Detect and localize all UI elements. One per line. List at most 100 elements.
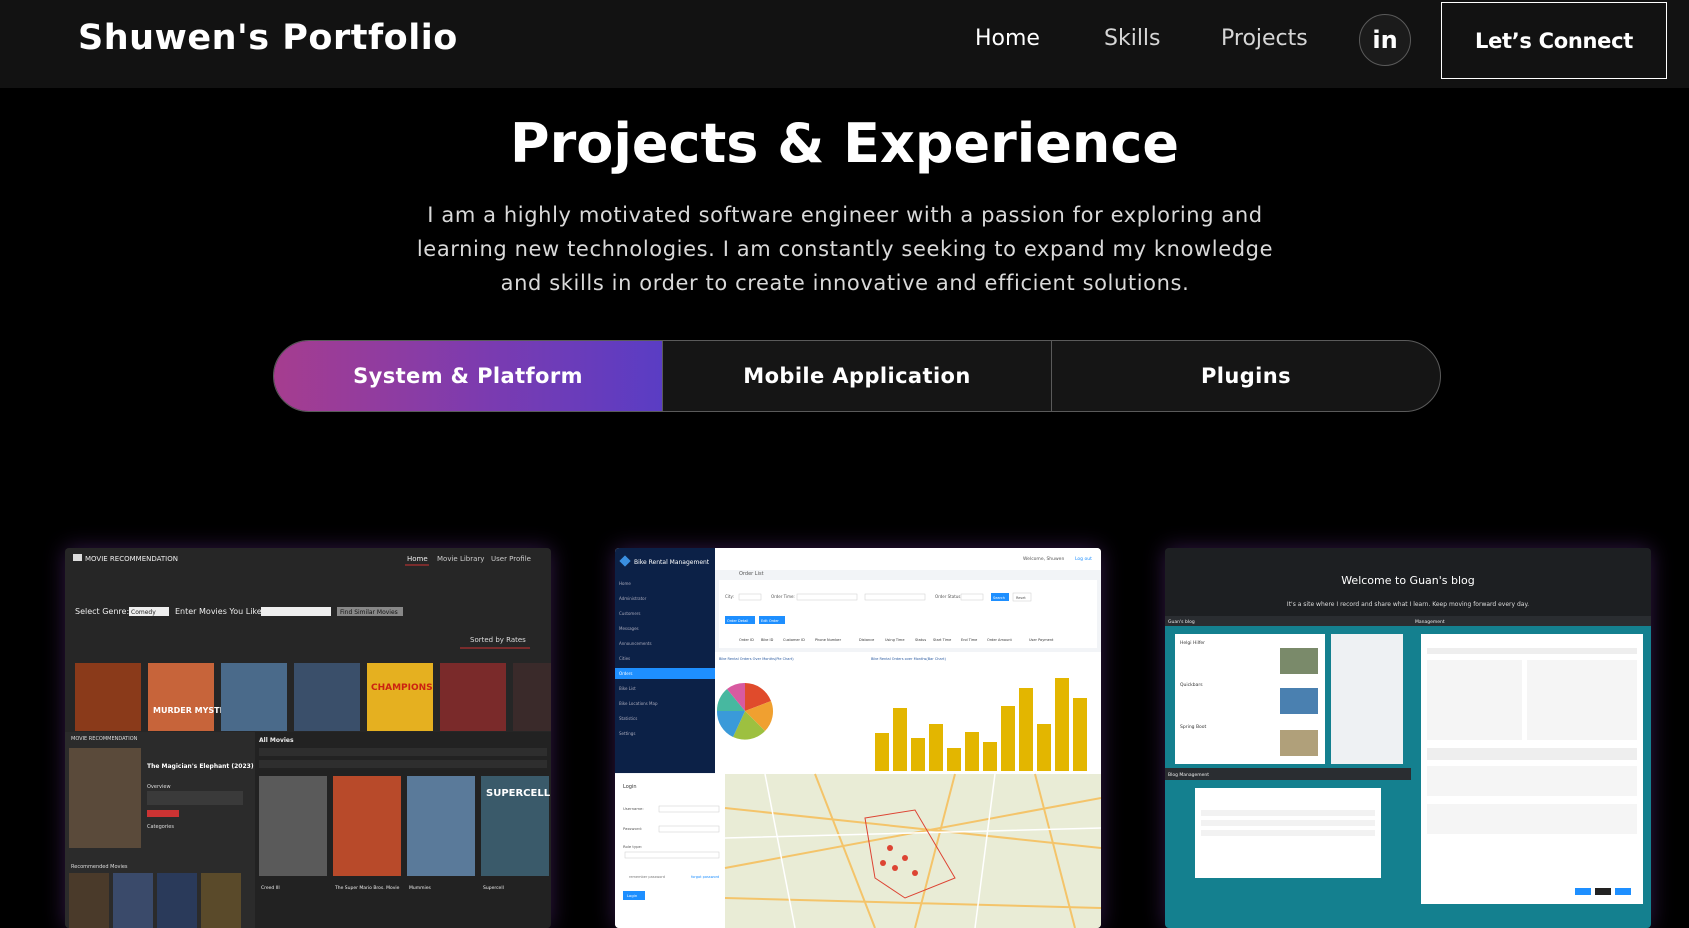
login-password-input[interactable] <box>658 825 720 833</box>
top-navbar: Shuwen's Portfolio Home Skills Projects … <box>0 0 1689 88</box>
poster-2[interactable] <box>148 663 214 731</box>
blog-cancel-button[interactable] <box>1595 888 1611 895</box>
sorted-by-label: Sorted by Rates <box>470 636 526 644</box>
blog-welcome: Welcome to Guan's blog <box>1341 574 1475 587</box>
bike-sidebar-10[interactable]: Settings <box>619 731 635 736</box>
grid-title-1: Creed III <box>261 885 280 891</box>
pie-chart <box>716 682 774 740</box>
bike-sidebar-7[interactable]: Bike List <box>619 686 636 691</box>
login-username-input[interactable] <box>658 805 720 813</box>
select-genre-label: Select Genre: <box>75 607 129 616</box>
project-card-blog[interactable]: Welcome to Guan's blog It's a site where… <box>1165 548 1651 928</box>
poster-3[interactable] <box>221 663 287 731</box>
grid-poster-2[interactable] <box>333 776 401 876</box>
bike-screenshot: Bike Rental Management Home Administrato… <box>615 548 1101 928</box>
linkedin-icon-glyph: in <box>1372 26 1398 54</box>
bike-col-9: Order Amount <box>987 638 1012 642</box>
brand-title[interactable]: Shuwen's Portfolio <box>78 18 458 58</box>
bike-page-title: Order List <box>739 571 764 577</box>
bike-sidebar-1[interactable]: Administrator <box>619 596 647 601</box>
poster-5[interactable] <box>367 663 433 731</box>
recommended-label: Recommended Movies <box>71 864 128 870</box>
movie-nav-profile[interactable]: User Profile <box>491 555 531 563</box>
bike-sidebar-5[interactable]: Cities <box>619 656 630 661</box>
poster-1[interactable] <box>75 663 141 731</box>
film-icon <box>73 554 82 561</box>
forgot-password-link[interactable]: forgot password <box>691 875 719 879</box>
bike-filter-city: City: <box>725 594 734 599</box>
login-role-label: Role type: <box>623 844 642 849</box>
section-title: Projects & Experience <box>510 112 1179 175</box>
all-movies-label: All Movies <box>259 737 294 744</box>
bike-sidebar-3[interactable]: Messages <box>619 626 639 631</box>
bike-filter-time: Order Time: <box>771 594 795 599</box>
login-role-select[interactable] <box>624 851 720 859</box>
remember-password[interactable]: remember password <box>629 875 665 879</box>
order-detail-label: Order Detail <box>727 619 748 623</box>
login-title: Login <box>623 784 637 790</box>
movie-nav-library[interactable]: Movie Library <box>437 555 484 563</box>
tab-mobile-application[interactable]: Mobile Application <box>662 341 1051 411</box>
grid-title-2: The Super Mario Bros. Movie <box>334 885 400 891</box>
featured-poster[interactable] <box>69 748 141 848</box>
nav-link-home[interactable]: Home <box>975 26 1040 51</box>
linkedin-icon[interactable]: in <box>1359 14 1411 66</box>
nav-link-skills[interactable]: Skills <box>1104 26 1161 51</box>
poster-6[interactable] <box>440 663 506 731</box>
featured-title: The Magician's Elephant (2023) <box>147 763 254 770</box>
edit-order-label: Edit Order <box>761 619 779 623</box>
bike-sidebar-4[interactable]: Announcements <box>619 641 652 646</box>
tab-plugins[interactable]: Plugins <box>1051 341 1440 411</box>
movie-input[interactable] <box>261 607 331 616</box>
blog-save-button[interactable] <box>1575 888 1591 895</box>
blog-tagline: It's a site where I record and share wha… <box>1287 601 1529 608</box>
project-tabs: System & Platform Mobile Application Plu… <box>273 340 1441 412</box>
bike-logout[interactable]: Log out <box>1075 556 1092 562</box>
project-card-bike-rental[interactable]: Bike Rental Management Home Administrato… <box>615 548 1101 928</box>
bike-col-4: Distance <box>859 638 874 642</box>
grid-poster-4-text: SUPERCELL <box>486 788 551 799</box>
blog-management-title: Blog Management <box>1168 772 1209 778</box>
bike-col-10: User Payment <box>1029 638 1054 642</box>
blog-label: Guan's blog <box>1168 619 1195 625</box>
bike-locations-map <box>724 773 1101 928</box>
blog-post-title-1: Helgi Hilfer <box>1180 640 1205 646</box>
pie-chart-title: Bike Rental Orders Over Months(Pie Chart… <box>719 657 794 661</box>
login-button-label: Login <box>627 893 638 898</box>
bike-sidebar-8[interactable]: Bike Locations Map <box>619 701 658 706</box>
blog-screenshot: Welcome to Guan's blog It's a site where… <box>1165 548 1651 928</box>
project-card-movie-recommendation[interactable]: MOVIE RECOMMENDATION Home Movie Library … <box>65 548 551 928</box>
bike-sidebar-6[interactable]: Orders <box>619 671 632 676</box>
find-similar-label: Find Similar Movies <box>340 609 398 616</box>
enter-movies-label: Enter Movies You Like: <box>175 607 264 616</box>
bike-col-6: Status <box>915 638 926 642</box>
poster-5-text: CHAMPIONS <box>371 683 433 693</box>
bike-welcome: Welcome, Shuwen <box>1023 556 1064 562</box>
bike-col-2: Customer ID <box>783 638 805 642</box>
play-trailer-button[interactable] <box>147 810 179 817</box>
bike-reset-label: Reset <box>1016 596 1026 600</box>
bike-sidebar-0[interactable]: Home <box>619 581 631 586</box>
bike-sidebar-9[interactable]: Statistics <box>619 716 637 721</box>
grid-poster-1[interactable] <box>259 776 327 876</box>
movie-app-name: MOVIE RECOMMENDATION <box>85 555 178 563</box>
nav-link-projects[interactable]: Projects <box>1221 26 1308 51</box>
bike-col-7: Start Time <box>933 638 951 642</box>
blog-submit-button[interactable] <box>1615 888 1631 895</box>
bar-chart-title: Bike Rental Orders over Months(Bar Chart… <box>871 657 946 661</box>
categories-label: Categories <box>147 824 174 830</box>
grid-title-4: Supercell <box>483 885 504 891</box>
movie-nav-home[interactable]: Home <box>407 555 428 563</box>
poster-7[interactable] <box>513 663 551 731</box>
lower-app-name: MOVIE RECOMMENDATION <box>71 736 138 742</box>
poster-4[interactable] <box>294 663 360 731</box>
blog-post-title-3: Spring Boot <box>1180 724 1207 730</box>
blog-post-title-2: Quickbars <box>1180 682 1203 688</box>
bike-sidebar-2[interactable]: Customers <box>619 611 641 616</box>
tab-system-platform[interactable]: System & Platform <box>274 341 662 411</box>
login-username-label: Username: <box>623 806 644 811</box>
grid-poster-3[interactable] <box>407 776 475 876</box>
login-password-label: Password: <box>623 826 642 831</box>
lets-connect-button[interactable]: Let’s Connect <box>1441 2 1667 79</box>
blog-management-label: Management <box>1415 619 1445 625</box>
